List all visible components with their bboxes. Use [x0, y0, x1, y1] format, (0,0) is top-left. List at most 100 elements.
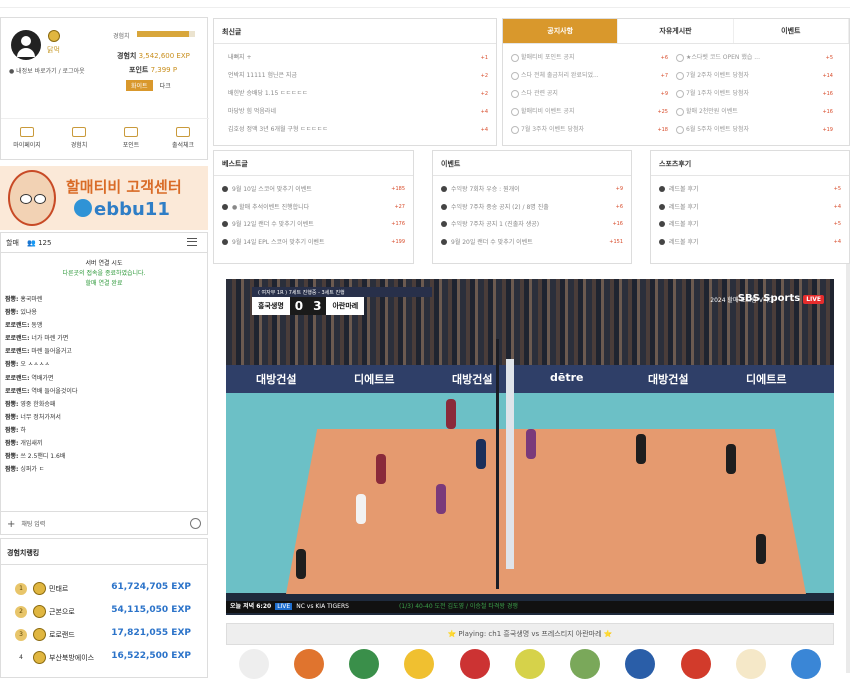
nickname: 닭먹	[47, 46, 60, 54]
chat-user[interactable]: 짬뽕:	[5, 440, 18, 447]
notice-item[interactable]: 할매 2천만원 이벤트 +16	[676, 103, 833, 121]
chat-user[interactable]: 짬뽕:	[5, 401, 18, 408]
point-title: 포인트	[129, 66, 149, 74]
chat-menu-icon[interactable]	[187, 238, 197, 246]
chat-input-bar[interactable]: + 채팅 입력	[1, 511, 207, 535]
chat-user[interactable]: 로로랜드:	[5, 348, 29, 355]
event-item[interactable]: 9월 20일 랜더 수 맞추기 이벤트 +151	[441, 234, 623, 252]
chat-user[interactable]: 짬뽕:	[5, 453, 18, 460]
notice-item[interactable]: 할매티비 이벤트 공지 +25	[511, 103, 668, 121]
sports-item[interactable]: 레드볼 후기 +4	[659, 234, 841, 252]
chat-user[interactable]: 로로랜드:	[5, 322, 29, 329]
tab-event[interactable]: 이벤트	[734, 19, 849, 43]
chat-text: 있냐용	[18, 309, 37, 317]
notice-item[interactable]: 할매티비 포인트 공지 +6	[511, 49, 668, 67]
best-item[interactable]: 9월 10일 스코어 맞추기 이벤트 +185	[222, 181, 405, 199]
best-item[interactable]: 9월 14일 EPL 스코어 맞추기 이벤트 +199	[222, 234, 405, 252]
ranking-row[interactable]: 2 근본으로 54,115,050 EXP	[15, 602, 201, 622]
team1-name: 흥국생명	[252, 297, 290, 315]
tab-notice[interactable]: 공지사항	[503, 19, 619, 43]
best-item[interactable]: ● 할매 추석이벤트 진행합니다 +27	[222, 199, 405, 217]
nav-attendance[interactable]: 출석체크	[157, 119, 209, 160]
bottom-ticker: 오늘 저녁 6:20 LIVE NC vs KIA TIGERS (1/3) 40-4…	[226, 601, 834, 613]
chat-text: 하	[18, 426, 26, 434]
golf-icon[interactable]	[570, 649, 601, 679]
event-item[interactable]: 수익왕 7회차 우승 : 뭔개이 +9	[441, 181, 623, 199]
latest-item[interactable]: 배힌받 승배당 1.15 ㄷㄷㄷㄷㄷ +2	[228, 85, 488, 103]
top-header-strip	[0, 0, 850, 8]
sports-item[interactable]: 레드볼 후기 +5	[659, 181, 841, 199]
notice-item-title: 7월 1주차 이벤트 당첨자	[686, 90, 750, 97]
notice-item[interactable]: ★스다벳 코드 OPEN 했습 ... +5	[676, 49, 833, 67]
support-banner[interactable]: 할매티비 고객센터 ebbu11	[0, 166, 208, 230]
nav-mypage[interactable]: 마이페이지	[1, 119, 53, 160]
chat-input[interactable]: 채팅 입력	[21, 521, 45, 528]
sports-item[interactable]: 레드볼 후기 +5	[659, 216, 841, 234]
chat-user[interactable]: 짬뽕:	[5, 466, 18, 473]
notice-item[interactable]: 6월 5주차 이벤트 당첨자 +19	[676, 121, 833, 139]
comment-count: +27	[394, 203, 405, 210]
notice-item[interactable]: 스다 관련 공지 +9	[511, 85, 668, 103]
soccer-icon[interactable]	[238, 649, 269, 679]
event-item[interactable]: 수익왕 7주차 공지 1 (진출자 생공) +16	[441, 216, 623, 234]
nav-point[interactable]: 포인트	[105, 119, 157, 160]
chat-text: 너가 마렌 가면	[29, 335, 69, 343]
chat-user[interactable]: 짬뽕:	[5, 427, 18, 434]
sports-item[interactable]: 레드볼 후기 +4	[659, 199, 841, 217]
my-info-links[interactable]: ● 내정보 바로가기 / 로그아웃	[9, 66, 85, 75]
comment-count: +199	[391, 238, 405, 245]
comment-count: +1	[480, 55, 488, 61]
notice-item[interactable]: 스다 전체 출금처리 완료되었... +7	[511, 67, 668, 85]
chat-user[interactable]: 짬뽕:	[5, 414, 18, 421]
best-item[interactable]: 9월 12일 랜더 수 맞추기 이벤트 +176	[222, 216, 405, 234]
latest-item[interactable]: 내뻐지 + +1	[228, 49, 488, 67]
ad-text: 대방건설	[256, 373, 297, 386]
chat-user[interactable]: 짬뽕:	[5, 309, 18, 316]
chat-message: 로로랜드: 역배 들어올것이다	[5, 385, 203, 398]
chat-user[interactable]: 짬뽕:	[5, 296, 18, 303]
theme-light-button[interactable]: 화이트	[126, 80, 153, 91]
notice-item[interactable]: 7월 3주차 이벤트 당첨자 +18	[511, 121, 668, 139]
chat-user[interactable]: 로로랜드:	[5, 375, 29, 382]
latest-item-title: 언박지 11111 험닌은 지금	[228, 72, 297, 79]
notice-item[interactable]: 7월 2주차 이벤트 당첨자 +14	[676, 67, 833, 85]
ranking-row[interactable]: 1 민태르 61,724,705 EXP	[15, 579, 201, 599]
chat-user[interactable]: 짬뽕:	[5, 361, 18, 368]
notice-item-title: ★스다벳 코드 OPEN 했습 ...	[686, 54, 760, 61]
esports-icon[interactable]	[625, 649, 656, 679]
event-item[interactable]: 수익왕 7주차 중송 공지 (2) / 8명 진출 +6	[441, 199, 623, 217]
live-video-player[interactable]: 대방건설 디에트르 대방건설 dētre 대방건설 디에트르 ( 여자부 1R ) 7세트…	[226, 279, 834, 622]
goal-icon[interactable]	[459, 649, 490, 679]
latest-item[interactable]: 김호성 정액 3년 6개월 구형 ㄷㄷㄷㄷㄷ +4	[228, 121, 488, 139]
avatar[interactable]	[11, 30, 41, 60]
basketball-icon[interactable]	[293, 649, 324, 679]
ranking-row[interactable]: 3 로로랜드 17,821,055 EXP	[15, 625, 201, 645]
refresh-icon[interactable]	[791, 649, 822, 679]
plus-icon[interactable]: +	[7, 519, 15, 530]
baseball-icon[interactable]	[349, 649, 380, 679]
point-value: 7,399 P	[150, 66, 178, 74]
retro-tv-icon[interactable]	[736, 649, 767, 679]
exp-progress-bar	[137, 31, 195, 37]
exp-title: 경험치	[117, 52, 137, 60]
chat-text: 동맹	[29, 322, 43, 330]
chat-user[interactable]: 로로랜드:	[5, 388, 29, 395]
ranking-row[interactable]: 4 부산북방에이스 16,522,500 EXP	[15, 648, 201, 668]
team2-name: 아란마레	[326, 297, 365, 315]
level-badge-icon	[33, 628, 46, 641]
tv-icon[interactable]	[680, 649, 711, 679]
chat-user[interactable]: 로로랜드:	[5, 335, 29, 342]
notice-item[interactable]: 7월 1주차 이벤트 당첨자 +16	[676, 85, 833, 103]
volleyball-icon[interactable]	[404, 649, 435, 679]
chat-system-messages: 서버 연결 시도 다른곳의 접속을 종료하였습니다. 할매 연결 완료	[1, 259, 207, 289]
ad-text: dētre	[550, 371, 584, 384]
nav-exp[interactable]: 경험치	[53, 119, 105, 160]
chat-text: 홍국마렌	[18, 296, 43, 303]
tennis-icon[interactable]	[514, 649, 545, 679]
latest-item[interactable]: 언박지 11111 험닌은 지금 +2	[228, 67, 488, 85]
emoji-icon[interactable]	[190, 518, 201, 529]
theme-dark-button[interactable]: 다크	[154, 80, 176, 91]
tab-free-board[interactable]: 자유게시판	[618, 19, 734, 43]
latest-item[interactable]: 마당방 힘 먹음라네 +4	[228, 103, 488, 121]
page-scrollbar[interactable]	[846, 264, 850, 673]
